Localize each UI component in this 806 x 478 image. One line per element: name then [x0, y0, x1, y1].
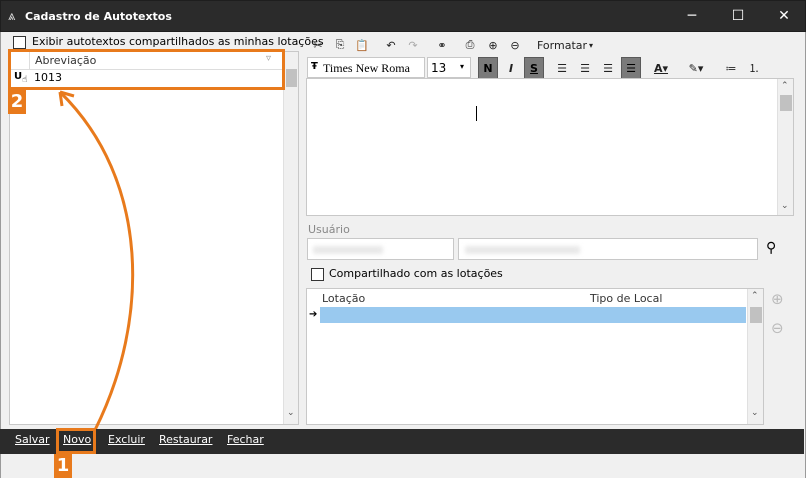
chevron-down-icon: ▾	[460, 62, 465, 71]
redacted-text	[313, 246, 383, 254]
print-icon[interactable]: ⎙	[460, 34, 480, 56]
align-left-icon[interactable]: ☰	[552, 57, 572, 79]
zoom-out-icon[interactable]: ⊖	[505, 34, 525, 56]
shared-label: Compartilhado com as lotações	[329, 267, 503, 280]
restore-button[interactable]: Restaurar	[159, 433, 212, 446]
table-scrollbar[interactable]: ⌃ ⌄	[747, 289, 763, 424]
format-menu[interactable]: Formatar ▾	[537, 34, 599, 56]
highlight-icon[interactable]: ✎▾	[678, 57, 714, 79]
align-right-icon[interactable]: ☰	[598, 57, 618, 79]
paste-icon[interactable]: 📋	[353, 34, 371, 56]
scroll-thumb[interactable]	[780, 95, 792, 111]
column-header-lotacao[interactable]: Lotação	[322, 292, 365, 305]
scroll-up-icon[interactable]: ⌃	[781, 81, 789, 91]
font-select[interactable]: Ŧ Times New Roma	[307, 57, 425, 78]
find-icon[interactable]: ⚭	[431, 34, 453, 56]
zoom-in-icon[interactable]: ⊕	[483, 34, 503, 56]
scroll-down-icon[interactable]: ⌄	[751, 408, 759, 418]
delete-button[interactable]: Excluir	[108, 433, 145, 446]
copy-icon[interactable]: ⎘	[331, 34, 349, 56]
numbered-list-icon[interactable]: ⒈	[744, 57, 764, 79]
font-icon: Ŧ	[311, 61, 318, 72]
justify-icon[interactable]: ☰	[621, 57, 641, 79]
italic-button[interactable]: I	[501, 57, 521, 79]
strike-button[interactable]: S	[524, 57, 544, 79]
bold-button[interactable]: N	[478, 57, 498, 79]
font-name: Times New Roma	[323, 61, 410, 75]
bullet-list-icon[interactable]: ≔	[721, 57, 741, 79]
font-color-icon[interactable]: A▾	[648, 57, 674, 79]
current-row-arrow-icon: ➔	[309, 309, 318, 320]
save-button[interactable]: Salvar	[15, 433, 50, 446]
remove-lotacao-icon[interactable]: ⊖	[771, 319, 784, 337]
user-name-field	[458, 238, 758, 260]
user-code-field	[307, 238, 454, 260]
rich-text-editor[interactable]: ⌃ ⌄	[306, 78, 794, 216]
user-label: Usuário	[308, 223, 350, 236]
format-menu-label: Formatar	[537, 38, 588, 52]
text-cursor	[476, 106, 477, 121]
redacted-text	[465, 246, 580, 254]
add-lotacao-icon[interactable]: ⊕	[771, 290, 784, 308]
highlight-new-button	[56, 428, 96, 454]
chevron-down-icon: ▾	[589, 40, 594, 50]
align-center-icon[interactable]: ☰	[575, 57, 595, 79]
undo-icon[interactable]: ↶	[382, 34, 400, 56]
font-size-value: 13	[431, 61, 447, 75]
cut-icon[interactable]: ✂	[309, 34, 327, 56]
search-icon[interactable]: ⚲	[766, 240, 776, 256]
table-row[interactable]	[320, 307, 746, 323]
scroll-down-icon[interactable]: ⌄	[781, 201, 789, 211]
editor-toolbar: ✂ ⎘ 📋 ↶ ↷ ⚭ ⎙ ⊕ ⊖ Formatar ▾ Ŧ Times New …	[305, 34, 799, 82]
scroll-thumb[interactable]	[750, 307, 762, 323]
annotation-badge-1: 1	[54, 454, 72, 478]
shared-checkbox[interactable]	[311, 268, 324, 281]
redo-icon[interactable]: ↷	[404, 34, 422, 56]
scroll-up-icon[interactable]: ⌃	[751, 291, 759, 301]
font-size-select[interactable]: 13 ▾	[427, 57, 471, 78]
close-dialog-button[interactable]: Fechar	[227, 433, 264, 446]
column-header-tipo-local[interactable]: Tipo de Local	[590, 292, 662, 305]
lotacoes-table: Lotação Tipo de Local ➔ ⌃ ⌄	[306, 288, 764, 425]
editor-scrollbar[interactable]: ⌃ ⌄	[777, 79, 793, 215]
